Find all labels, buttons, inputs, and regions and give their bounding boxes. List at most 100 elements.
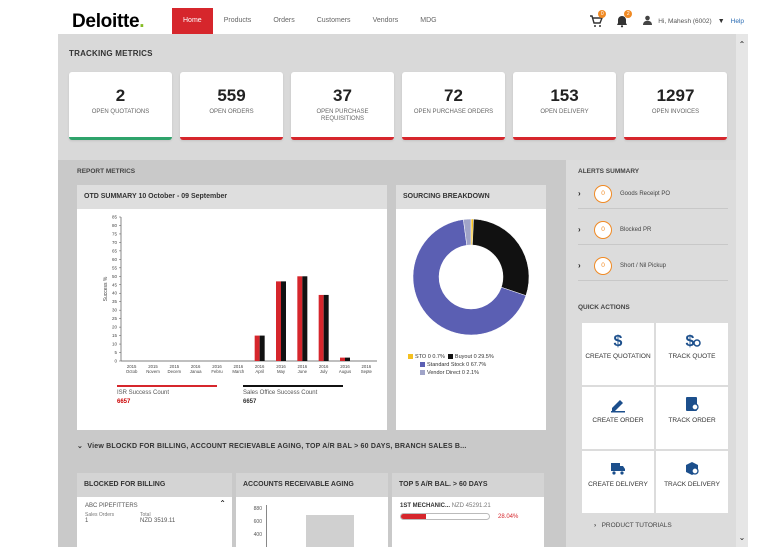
ar-axis xyxy=(266,505,267,547)
alert-blocked-pr[interactable]: › 0 Blocked PR xyxy=(578,215,728,245)
product-tutorials-link[interactable]: › PRODUCT TUTORIALS xyxy=(594,522,672,529)
nav-vendors[interactable]: Vendors xyxy=(362,8,410,34)
y-tick-label: 70 xyxy=(112,240,118,245)
track-quote-button[interactable]: $ TRACK QUOTE xyxy=(656,323,728,385)
top5-customer: 1ST MECHANIC... xyxy=(400,503,451,509)
qa-label: CREATE ORDER xyxy=(592,417,644,424)
create-quotation-button[interactable]: $ CREATE QUOTATION xyxy=(582,323,654,385)
metric-card-quotations[interactable]: 2 OPEN QUOTATIONS xyxy=(69,72,172,140)
x-tick-label: Augus xyxy=(339,369,351,374)
bar xyxy=(276,281,281,361)
metric-card-orders[interactable]: 559 OPEN ORDERS xyxy=(180,72,283,140)
tick-label: 880 xyxy=(253,506,262,512)
otd-bar-chart: 0 5 10 15 20 25 30 35 40 45 50 55 60 65 70 75 80 85 Succes… xyxy=(103,215,377,374)
bell-icon[interactable]: 2 xyxy=(615,10,633,28)
metric-value: 1297 xyxy=(656,86,695,105)
sto-swatch xyxy=(408,354,413,360)
top5-ar-panel: TOP 5 A/R BAL. > 60 DAYS 1ST MECHANIC...… xyxy=(392,473,544,547)
y-tick-label: 85 xyxy=(112,215,118,220)
track-delivery-button[interactable]: TRACK DELIVERY xyxy=(656,451,728,513)
chevron-down-icon[interactable]: ▼ xyxy=(718,18,725,25)
create-delivery-button[interactable]: CREATE DELIVERY xyxy=(582,451,654,513)
vendor-direct-swatch xyxy=(420,370,425,376)
create-order-button[interactable]: CREATE ORDER xyxy=(582,387,654,449)
view-more-bar[interactable]: ⌄ View BLOCKD FOR BILLING, ACCOUNT RECIE… xyxy=(77,442,547,450)
quick-actions-grid: $ CREATE QUOTATION $ TRACK QUOTE CREATE … xyxy=(582,323,728,513)
tick-label: 400 xyxy=(253,532,262,538)
alert-goods-receipt[interactable]: › 0 Goods Receipt PO xyxy=(578,179,728,209)
vertical-scrollbar[interactable]: ⌃ ⌄ xyxy=(736,34,748,547)
scroll-down-icon[interactable]: ⌄ xyxy=(737,533,747,543)
standard-stock-swatch xyxy=(420,362,425,368)
customer-name: ABC PIPEFITTERS xyxy=(85,503,138,509)
tracking-metrics-title: TRACKING METRICS xyxy=(69,49,153,58)
cart-icon[interactable]: 0 xyxy=(589,10,607,28)
bar xyxy=(323,294,329,361)
help-link[interactable]: Help xyxy=(731,18,744,25)
chevron-right-icon: › xyxy=(594,522,597,529)
pencil-icon xyxy=(611,400,625,413)
quick-actions-title: QUICK ACTIONS xyxy=(578,304,630,311)
x-tick-label: March xyxy=(232,369,245,374)
metric-card-invoices[interactable]: 1297 OPEN INVOICES xyxy=(624,72,727,140)
x-tick-label: Decem xyxy=(168,369,182,374)
orders-count: 1 xyxy=(85,518,89,524)
y-tick-label: 25 xyxy=(112,316,118,321)
sales-office-value: 6657 xyxy=(243,399,257,405)
isr-value: 6657 xyxy=(117,399,131,405)
deloitte-logo[interactable]: Deloitte. xyxy=(72,11,145,33)
sales-legend-line xyxy=(243,385,343,387)
nav-home[interactable]: Home xyxy=(172,8,213,34)
legend-standard-stock: Standard Stock 0 67.7% xyxy=(427,362,487,368)
nav-products[interactable]: Products xyxy=(213,8,263,34)
x-tick-label: July xyxy=(320,369,328,374)
pie-slice-buyout xyxy=(472,218,530,296)
header-actions: 0 2 Hi, Mahesh (6002) ▼ Help xyxy=(589,8,748,34)
y-tick-label: 0 xyxy=(114,359,117,364)
top5-percent: 28.04% xyxy=(498,513,519,520)
metric-card-requisitions[interactable]: 37 OPEN PURCHASE REQUISITIONS xyxy=(291,72,394,140)
sales-office-legend: Sales Office Success Count 6657 xyxy=(243,385,343,405)
metric-card-purchase-orders[interactable]: 72 OPEN PURCHASE ORDERS xyxy=(402,72,505,140)
y-axis-label: Success % xyxy=(103,276,109,301)
orders-total: NZD 3519.11 xyxy=(140,518,176,524)
top5-row: 1ST MECHANIC... NZD 45291.21 28.04% xyxy=(392,497,544,526)
alert-short-pickup[interactable]: › 0 Short / Nil Pickup xyxy=(578,251,728,281)
metric-label: OPEN INVOICES xyxy=(651,109,700,115)
alert-label: Short / Nil Pickup xyxy=(620,262,667,269)
svg-text:$: $ xyxy=(614,333,623,349)
top5-amount: NZD 45291.21 xyxy=(451,503,491,509)
scroll-up-icon[interactable]: ⌃ xyxy=(737,40,747,50)
legend-row-2: Standard Stock 0 67.7% xyxy=(408,361,494,369)
metric-card-delivery[interactable]: 153 OPEN DELIVERY xyxy=(513,72,616,140)
y-tick-label: 30 xyxy=(112,308,118,313)
user-icon xyxy=(643,15,653,27)
nav-customers[interactable]: Customers xyxy=(306,8,362,34)
buyout-swatch xyxy=(447,354,453,360)
y-tick-label: 60 xyxy=(112,257,118,262)
alerts-summary-title: ALERTS SUMMARY xyxy=(578,168,640,175)
user-name[interactable]: Hi, Mahesh (6002) xyxy=(658,18,711,25)
y-tick-label: 55 xyxy=(112,265,118,270)
qa-label: TRACK DELIVERY xyxy=(664,481,720,488)
track-order-button[interactable]: TRACK ORDER xyxy=(656,387,728,449)
nav-orders[interactable]: Orders xyxy=(262,8,305,34)
sourcing-breakdown-panel: SOURCING BREAKDOWN STO 0 0.7% Buyout 0 2… xyxy=(396,185,546,430)
svg-text:$: $ xyxy=(686,333,695,349)
nav-mdg[interactable]: MDG xyxy=(409,8,447,34)
blocked-billing-title: BLOCKED FOR BILLING xyxy=(77,473,232,497)
bar xyxy=(254,335,260,361)
legend-vendor-direct: Vendor Direct 0 2.1% xyxy=(427,370,479,376)
y-tick-label: 50 xyxy=(112,274,118,279)
chevron-up-icon[interactable]: ⌃ xyxy=(219,499,226,508)
dollar-track-icon: $ xyxy=(686,333,701,349)
view-more-label: View BLOCKD FOR BILLING, ACCOUNT RECIEVA… xyxy=(87,443,467,450)
sourcing-donut-chart xyxy=(412,218,530,336)
metric-value: 559 xyxy=(217,86,246,105)
qa-label: CREATE QUOTATION xyxy=(585,353,651,360)
alert-count: 0 xyxy=(594,184,612,203)
truck-icon xyxy=(611,463,625,475)
progress-track xyxy=(400,513,490,520)
top-navigation-bar: Deloitte. Home Products Orders Customers… xyxy=(58,8,748,34)
y-tick-label: 75 xyxy=(112,231,118,236)
